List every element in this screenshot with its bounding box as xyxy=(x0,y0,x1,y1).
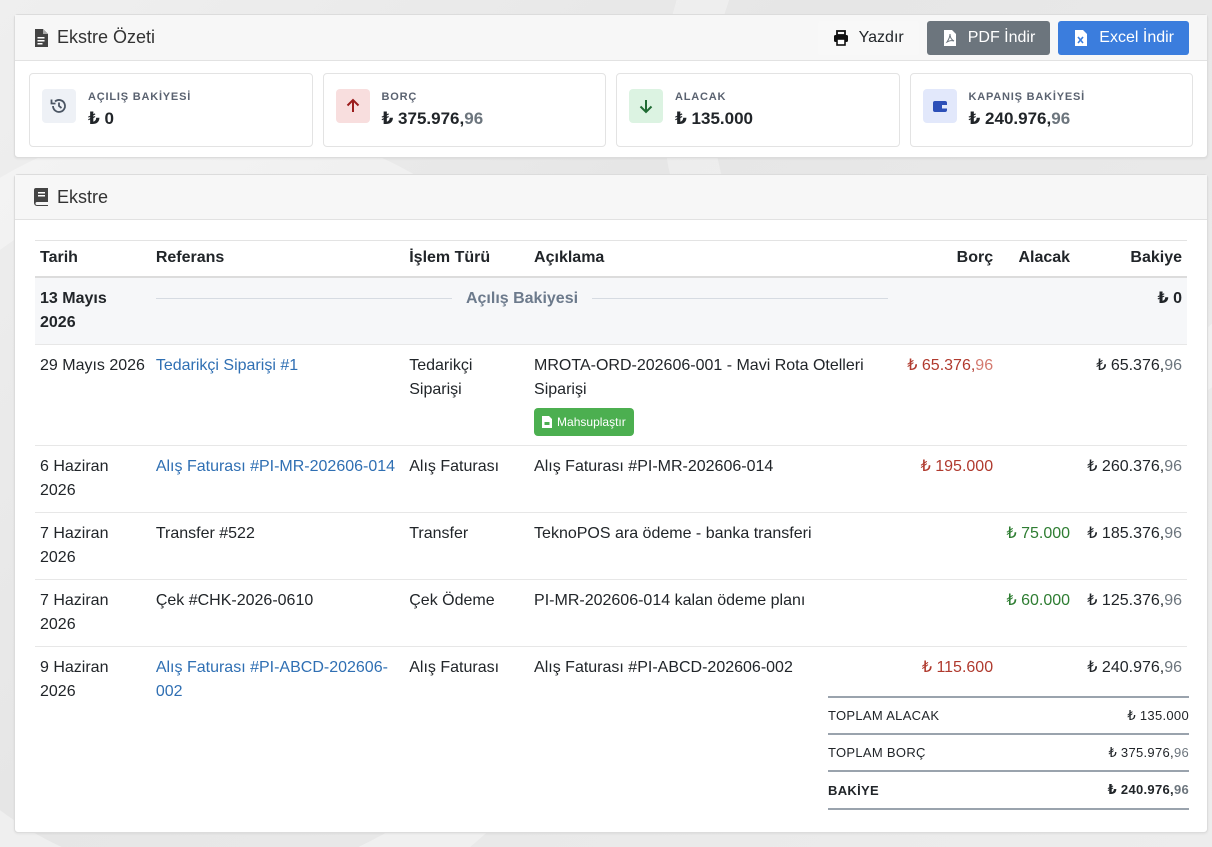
opening-balance-caption: Açılış Bakiyesi xyxy=(465,289,579,307)
row-debt: ₺ 195.000 xyxy=(893,445,999,513)
statement-table-wrap: Tarih Referans İşlem Türü Açıklama Borç … xyxy=(15,220,1207,713)
col-reference[interactable]: Referans xyxy=(150,240,405,278)
row-date: 7 Haziran 2026 xyxy=(35,579,151,647)
opening-date: 13 Mayıs 2026 xyxy=(35,276,151,345)
excel-file-icon xyxy=(1075,29,1088,46)
file-invoice-icon xyxy=(542,415,553,428)
row-type: Çek Ödeme xyxy=(404,579,530,647)
table-row: 7 Haziran 2026 Çek #CHK-2026-0610 Çek Öd… xyxy=(35,579,1187,647)
summary-title: Ekstre Özeti xyxy=(33,27,155,48)
book-icon xyxy=(34,188,48,206)
table-row: 7 Haziran 2026 Transfer #522 Transfer Te… xyxy=(35,512,1187,580)
opening-balance-divider: Açılış Bakiyesi xyxy=(155,287,889,311)
credit-label: ALACAK xyxy=(675,91,727,103)
row-credit: ₺ 60.000 xyxy=(998,579,1076,647)
excel-download-button[interactable]: Excel İndir xyxy=(1058,20,1189,55)
total-debt-row: TOPLAM BORÇ ₺ 375.976,96 xyxy=(828,733,1189,770)
row-credit: ₺ 75.000 xyxy=(998,512,1076,580)
debt-value: ₺ 375.976,96 xyxy=(381,109,484,128)
closing-balance-box: KAPANIŞ BAKİYESİ ₺ 240.976,96 xyxy=(909,73,1193,147)
printer-icon xyxy=(833,29,848,46)
total-credit-row: TOPLAM ALACAK ₺ 135.000 xyxy=(828,696,1189,733)
offset-button[interactable]: Mahsuplaştır xyxy=(534,407,634,436)
opening-balance-value: ₺ 0 xyxy=(88,109,115,128)
arrow-down-icon xyxy=(629,89,663,123)
row-date: 6 Haziran 2026 xyxy=(35,445,151,513)
print-button[interactable]: Yazdır xyxy=(817,20,919,55)
reference-link[interactable]: Alış Faturası #PI-MR-202606-014 xyxy=(156,458,395,475)
arrow-up-icon xyxy=(335,89,370,123)
summary-card: Ekstre Özeti Yazdır PDF İndir Excel İndi… xyxy=(14,14,1208,158)
credit-box: ALACAK ₺ 135.000 xyxy=(616,73,900,147)
row-balance: ₺ 185.376,96 xyxy=(1075,512,1187,580)
row-description: MROTA-ORD-202606-001 - Mavi Rota Oteller… xyxy=(534,356,864,398)
debt-box: BORÇ ₺ 375.976,96 xyxy=(322,73,606,147)
col-balance[interactable]: Bakiye xyxy=(1075,240,1187,278)
reference-link[interactable]: Alış Faturası #PI-ABCD-202606-002 xyxy=(156,659,388,700)
total-debt-label: TOPLAM BORÇ xyxy=(828,745,926,760)
table-row: 6 Haziran 2026 Alış Faturası #PI-MR-2026… xyxy=(35,445,1187,513)
table-header-row: Tarih Referans İşlem Türü Açıklama Borç … xyxy=(35,240,1187,278)
col-type[interactable]: İşlem Türü xyxy=(404,240,530,278)
statement-card-header: Ekstre xyxy=(15,175,1207,220)
document-icon xyxy=(35,28,48,47)
row-type: Tedarikçi Siparişi xyxy=(404,344,530,446)
row-description: Alış Faturası #PI-MR-202606-014 xyxy=(529,445,894,513)
row-type: Transfer xyxy=(404,512,530,580)
total-credit-value: ₺ 135.000 xyxy=(1127,707,1189,723)
row-type: Alış Faturası xyxy=(404,445,530,513)
export-buttons: Yazdır PDF İndir Excel İndir xyxy=(817,20,1189,55)
row-description: TeknoPOS ara ödeme - banka transferi xyxy=(529,512,894,580)
reference-link[interactable]: Tedarikçi Siparişi #1 xyxy=(156,357,298,374)
opening-balance-row: 13 Mayıs 2026 Açılış Bakiyesi ₺ 0 xyxy=(35,276,1187,345)
pdf-download-button[interactable]: PDF İndir xyxy=(926,20,1051,55)
col-description[interactable]: Açıklama xyxy=(529,240,894,278)
opening-balance-amount: ₺ 0 xyxy=(1075,276,1187,345)
table-row: 29 Mayıs 2026 Tedarikçi Siparişi #1 Teda… xyxy=(35,344,1187,446)
closing-balance-label: KAPANIŞ BAKİYESİ xyxy=(968,91,1085,103)
reference-text: Çek #CHK-2026-0610 xyxy=(150,579,405,647)
row-balance: ₺ 260.376,96 xyxy=(1075,445,1187,513)
summary-card-header: Ekstre Özeti Yazdır PDF İndir Excel İndi… xyxy=(15,15,1207,61)
row-type: Alış Faturası xyxy=(409,658,500,676)
col-credit[interactable]: Alacak xyxy=(998,240,1076,278)
row-debt xyxy=(893,579,999,647)
col-date[interactable]: Tarih xyxy=(35,240,151,278)
closing-balance-value: ₺ 240.976,96 xyxy=(968,109,1071,128)
row-balance: ₺ 65.376,96 xyxy=(1075,344,1187,446)
statement-title-text: Ekstre xyxy=(57,186,109,207)
statement-title: Ekstre xyxy=(33,187,108,208)
pdf-file-icon xyxy=(943,29,956,46)
reference-text: Transfer #522 xyxy=(150,512,405,580)
row-debt xyxy=(893,512,999,580)
row-description: PI-MR-202606-014 kalan ödeme planı xyxy=(529,579,894,647)
row-balance: ₺ 125.376,96 xyxy=(1075,579,1187,647)
history-icon xyxy=(42,89,76,123)
total-debt-value: ₺ 375.976,96 xyxy=(1108,744,1189,760)
row-credit xyxy=(998,445,1076,513)
balance-total-row: BAKİYE ₺ 240.976,96 xyxy=(828,770,1189,810)
wallet-icon xyxy=(922,89,957,123)
credit-value: ₺ 135.000 xyxy=(675,109,754,128)
col-debt[interactable]: Borç xyxy=(893,240,999,278)
summary-title-text: Ekstre Özeti xyxy=(57,27,156,47)
opening-balance-box: AÇILIŞ BAKİYESİ ₺ 0 xyxy=(29,73,313,147)
opening-balance-label: AÇILIŞ BAKİYESİ xyxy=(88,91,192,103)
debt-label: BORÇ xyxy=(381,91,418,103)
row-debt: ₺ 65.376,96 xyxy=(893,344,999,446)
balance-total-label: BAKİYE xyxy=(828,782,879,798)
statement-card: Ekstre Tarih Referans İşlem Türü Açıklam… xyxy=(14,174,1208,833)
statement-table: Tarih Referans İşlem Türü Açıklama Borç … xyxy=(35,240,1187,713)
total-credit-label: TOPLAM ALACAK xyxy=(828,708,940,723)
summary-boxes: AÇILIŞ BAKİYESİ ₺ 0 BORÇ ₺ 375.976,96 AL… xyxy=(15,61,1207,159)
row-date: 9 Haziran 2026 xyxy=(40,658,109,700)
balance-total-value: ₺ 240.976,96 xyxy=(1107,782,1189,797)
row-credit xyxy=(998,344,1076,446)
row-date: 29 Mayıs 2026 xyxy=(35,344,151,446)
totals-summary: TOPLAM ALACAK ₺ 135.000 TOPLAM BORÇ ₺ 37… xyxy=(828,696,1189,810)
row-date: 7 Haziran 2026 xyxy=(35,512,151,580)
